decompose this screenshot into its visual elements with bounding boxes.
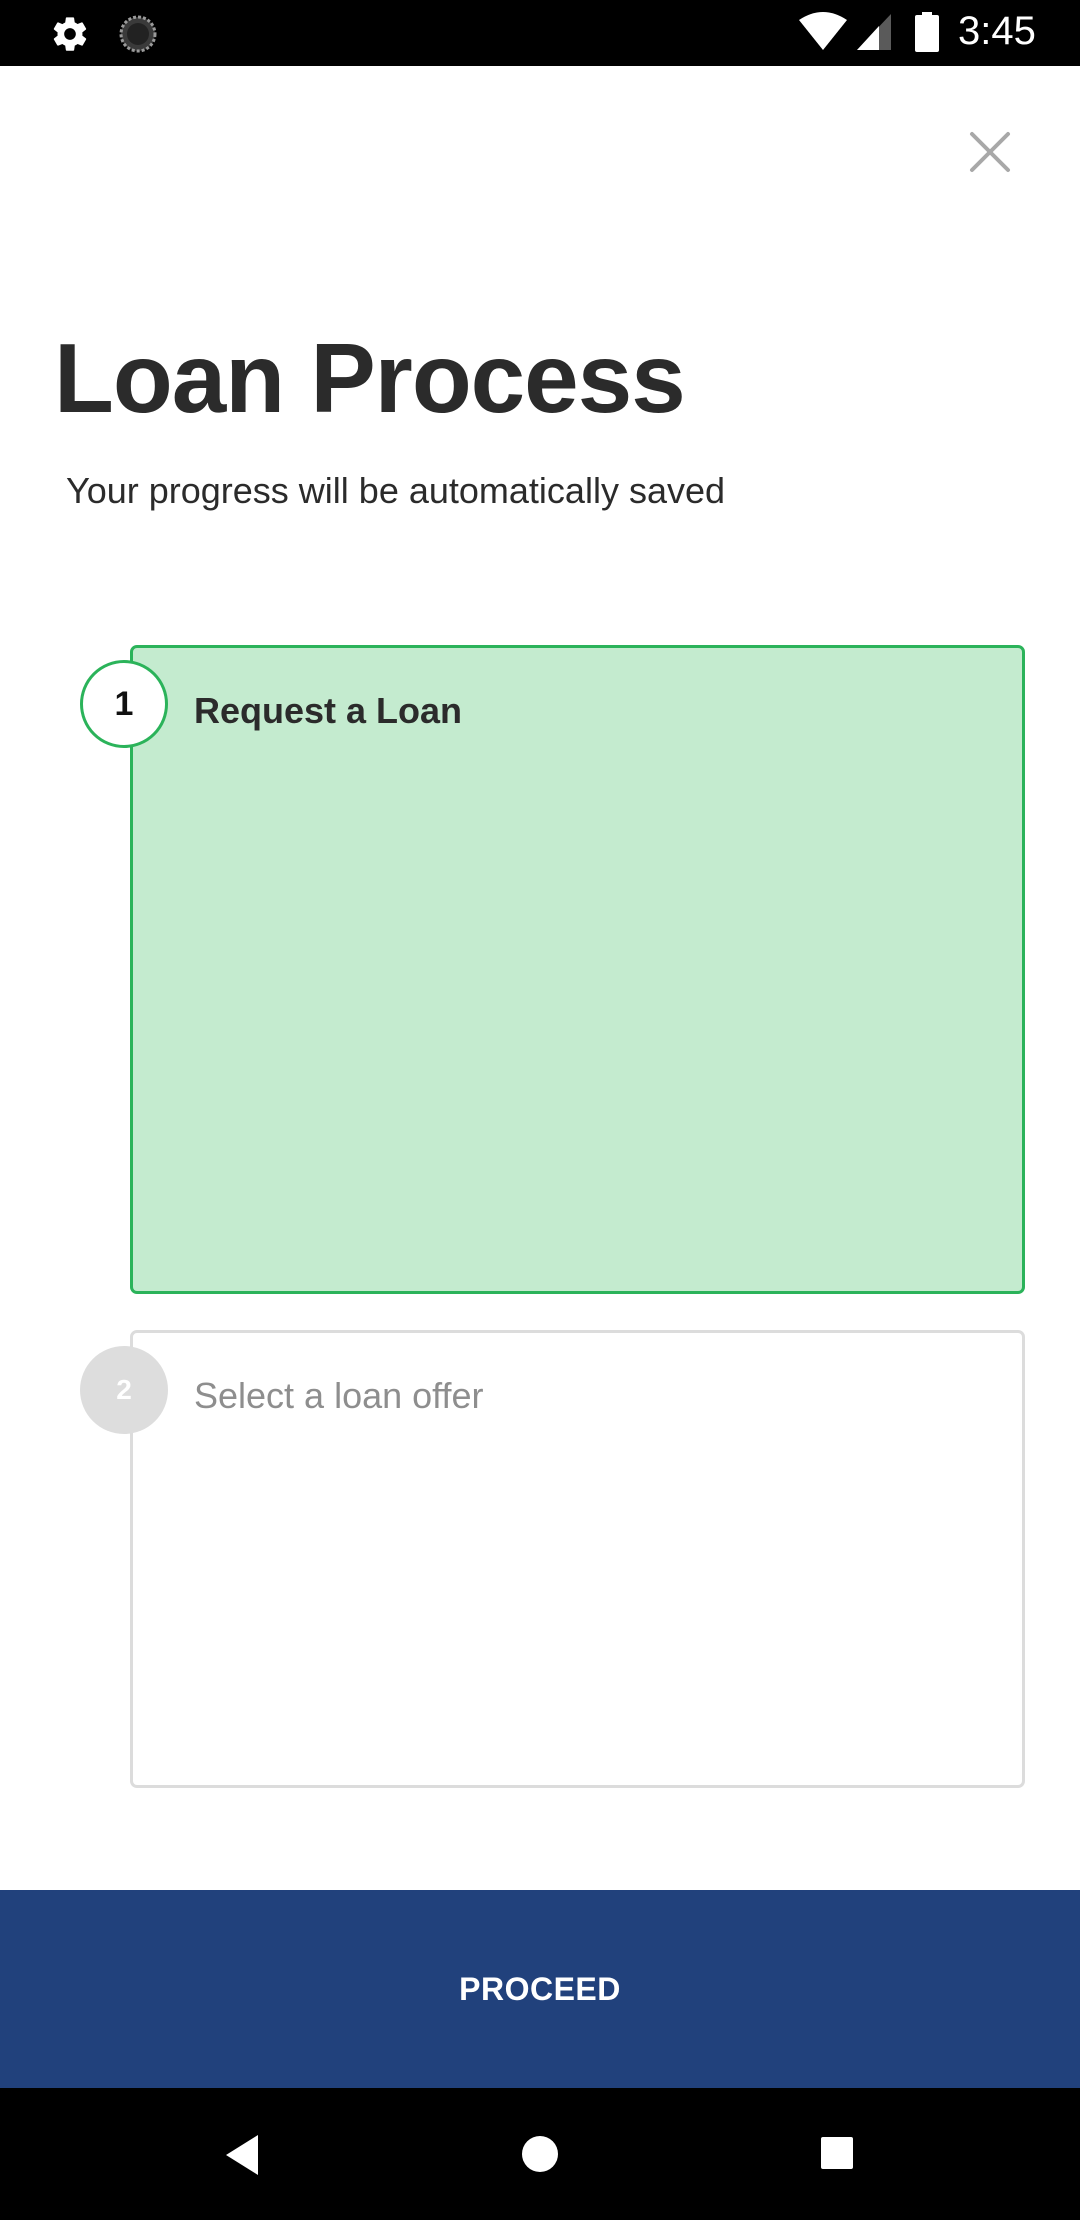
back-icon[interactable] <box>222 2133 262 2177</box>
step-number-badge: 1 <box>80 660 168 748</box>
wifi-icon <box>799 12 847 50</box>
step-label-request-loan: Request a Loan <box>194 690 463 731</box>
step-label-select-offer: Select a loan offer <box>194 1375 484 1416</box>
close-icon[interactable] <box>960 122 1020 182</box>
status-bar: 3:45 <box>0 0 1080 66</box>
step-card-request-loan[interactable] <box>130 645 1025 1294</box>
loading-spinner-icon <box>119 15 157 53</box>
system-nav-bar <box>0 2088 1080 2220</box>
page-subtitle: Your progress will be automatically save… <box>66 470 726 511</box>
settings-gear-icon <box>53 17 87 51</box>
step-number-badge: 2 <box>80 1346 168 1434</box>
page-title: Loan Process <box>54 323 686 433</box>
battery-icon <box>915 12 939 52</box>
proceed-button-label: PROCEED <box>459 1970 621 2007</box>
status-time: 3:45 <box>958 9 1036 53</box>
cell-signal-icon <box>857 14 891 50</box>
home-icon[interactable] <box>521 2135 559 2173</box>
proceed-button[interactable]: PROCEED <box>0 1890 1080 2088</box>
recents-icon[interactable] <box>820 2136 854 2170</box>
